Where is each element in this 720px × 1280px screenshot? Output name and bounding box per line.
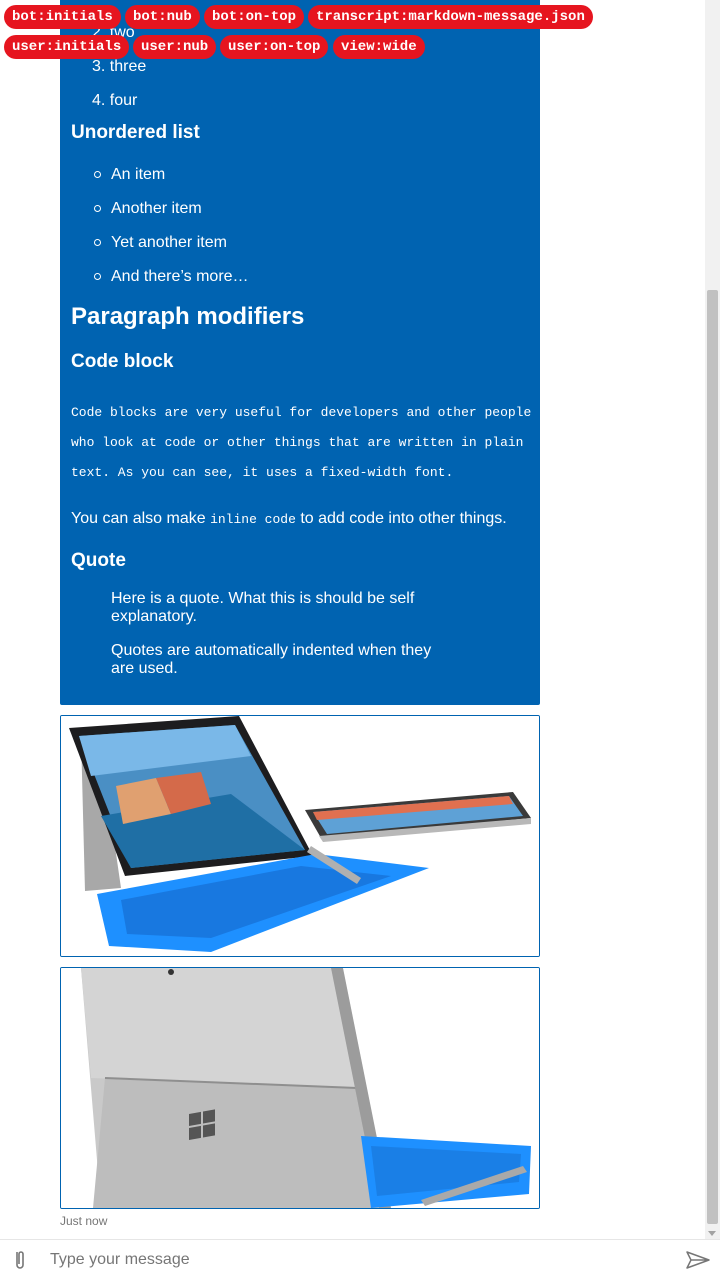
tag-badge: user:initials	[4, 35, 130, 59]
message-timestamp: Just now	[60, 1214, 108, 1228]
code-block: Code blocks are very useful for develope…	[71, 405, 540, 480]
code-block-heading: Code block	[71, 351, 174, 372]
tag-badge: user:on-top	[220, 35, 329, 59]
inline-code: inline code	[210, 512, 296, 527]
tag-badge: transcript:markdown-message.json	[308, 5, 593, 29]
attachment-button[interactable]	[8, 1248, 32, 1272]
scroll-down-arrow-icon[interactable]	[708, 1231, 716, 1236]
unordered-list-heading: Unordered list	[71, 122, 200, 143]
unordered-list-item: Another item	[94, 192, 249, 226]
unordered-list-item: And there’s more…	[94, 260, 249, 294]
paperclip-icon	[16, 1251, 24, 1269]
tag-badge: view:wide	[333, 35, 425, 59]
inline-code-paragraph: You can also make inline code to add cod…	[71, 510, 507, 527]
tag-badge: user:nub	[133, 35, 217, 59]
scrollbar-thumb[interactable]	[707, 290, 718, 1224]
tag-badge: bot:initials	[4, 5, 121, 29]
blockquote-paragraph: Here is a quote. What this is should be …	[111, 590, 415, 625]
send-box	[0, 1239, 720, 1280]
ordered-list-item: 4. four	[92, 92, 138, 109]
ordered-list: 2. two 3. three 4. four	[92, 14, 146, 116]
transcript[interactable]: 2. two 3. three 4. four Unordered list A…	[0, 0, 705, 1239]
send-icon	[686, 1251, 710, 1269]
transcript-scrollbar[interactable]	[705, 0, 720, 1239]
surface-front-image	[60, 715, 540, 957]
quote-heading: Quote	[71, 550, 126, 571]
message-input[interactable]	[50, 1246, 670, 1274]
paragraph-modifiers-heading: Paragraph modifiers	[71, 303, 305, 330]
send-button[interactable]	[684, 1248, 712, 1272]
unordered-list-item: Yet another item	[94, 226, 249, 260]
blockquote-paragraph: Quotes are automatically indented when t…	[111, 642, 432, 677]
unordered-list-item: An item	[94, 158, 249, 192]
markdown-message-bubble: 2. two 3. three 4. four Unordered list A…	[60, 0, 540, 705]
tag-badge: bot:on-top	[204, 5, 305, 29]
surface-back-image	[60, 967, 540, 1209]
tag-badge: bot:nub	[125, 5, 200, 29]
unordered-list: An item Another item Yet another item An…	[94, 158, 249, 294]
